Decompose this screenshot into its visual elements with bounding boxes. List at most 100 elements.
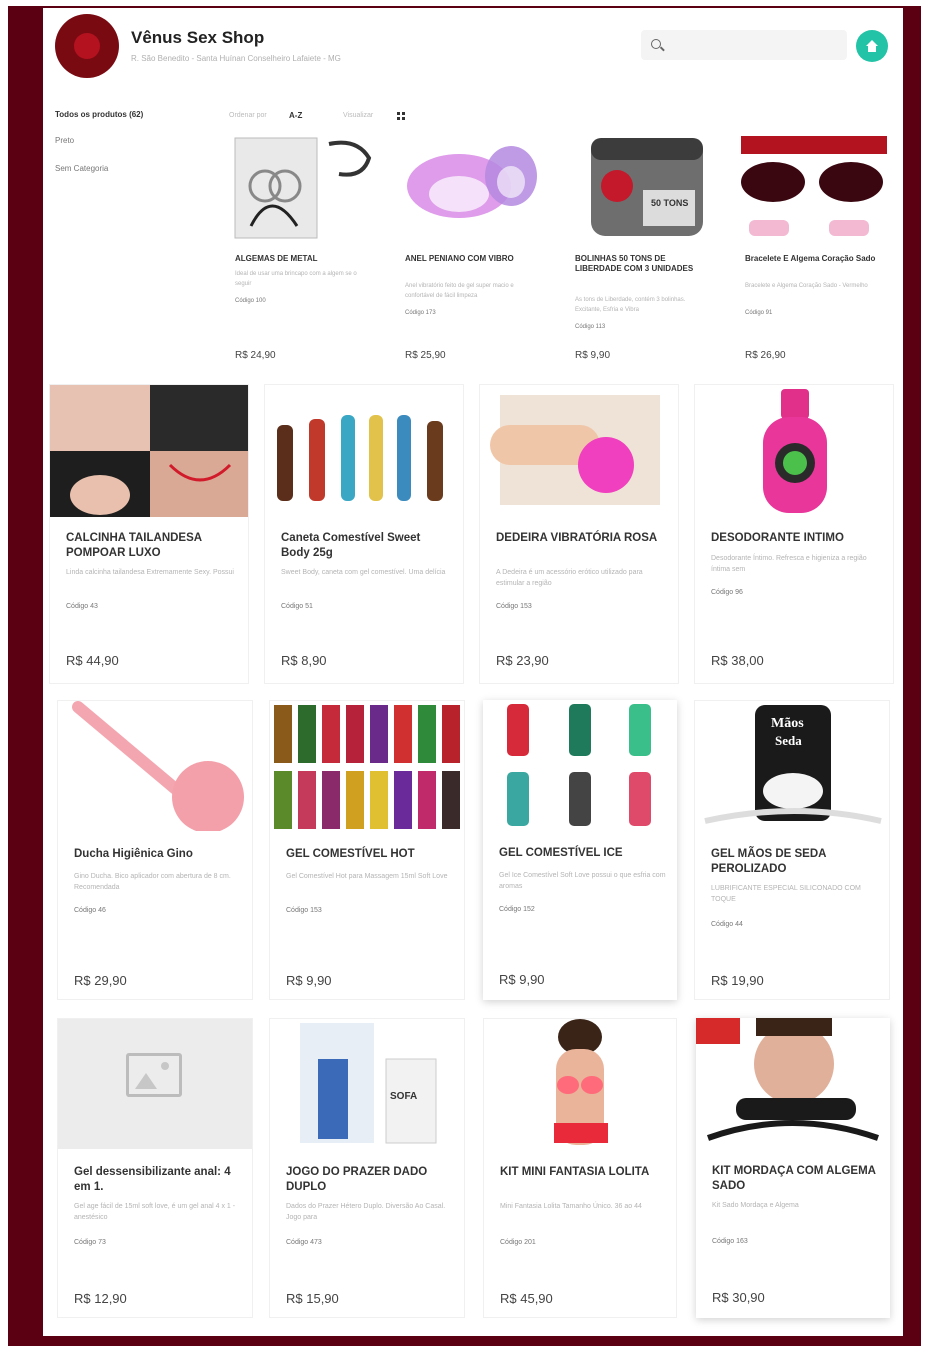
svg-text:Seda: Seda: [775, 733, 802, 748]
product-name[interactable]: DESODORANTE INTIMO: [711, 531, 881, 546]
product-card[interactable]: ALGEMAS DE METAL Ideal de usar uma brinc…: [229, 136, 379, 368]
product-card[interactable]: CALCINHA TAILANDESA POMPOAR LUXO Linda c…: [49, 384, 249, 684]
image-placeholder-icon: [126, 1053, 182, 1097]
product-code: Código 153: [286, 907, 322, 914]
product-name[interactable]: ALGEMAS DE METAL: [235, 254, 373, 264]
product-card[interactable]: Caneta Comestível Sweet Body 25g Sweet B…: [264, 384, 464, 684]
product-code: Código 163: [712, 1238, 748, 1245]
home-button[interactable]: [856, 30, 888, 62]
product-image: [270, 701, 464, 831]
product-card[interactable]: ANEL PENIANO COM VIBRO Anel vibratório f…: [399, 136, 549, 368]
product-card[interactable]: Gel dessensibilizante anal: 4 em 1. Gel …: [57, 1018, 253, 1318]
product-image: [265, 385, 463, 517]
product-price: R$ 12,90: [74, 1291, 127, 1306]
product-image: 50 TONS: [569, 136, 719, 244]
product-price: R$ 44,90: [66, 653, 119, 668]
product-price: R$ 38,00: [711, 653, 764, 668]
product-card[interactable]: 50 TONS BOLINHAS 50 TONS DE LIBERDADE CO…: [569, 136, 719, 368]
shop-page: Vênus Sex Shop R. São Benedito - Santa H…: [43, 8, 903, 1336]
product-name[interactable]: CALCINHA TAILANDESA POMPOAR LUXO: [66, 531, 236, 561]
product-name[interactable]: DEDEIRA VIBRATÓRIA ROSA: [496, 531, 666, 546]
product-price: R$ 15,90: [286, 1291, 339, 1306]
product-image: [695, 385, 893, 517]
search-input[interactable]: [669, 34, 839, 56]
product-description: Gel age fácil de 15ml soft love, é um ge…: [74, 1203, 236, 1222]
product-card[interactable]: DESODORANTE INTIMO Desodorante Íntimo. R…: [694, 384, 894, 684]
product-code: Código 44: [711, 921, 743, 928]
product-description: Ideal de usar uma brincapo com a algem s…: [235, 271, 357, 287]
product-price: R$ 23,90: [496, 653, 549, 668]
product-code: Código 73: [74, 1239, 106, 1246]
product-card[interactable]: KIT MORDAÇA COM ALGEMA SADO Kit Sado Mor…: [696, 1018, 890, 1318]
product-name[interactable]: Caneta Comestível Sweet Body 25g: [281, 531, 451, 561]
search-box[interactable]: [641, 30, 847, 60]
product-card[interactable]: Ducha Higiênica Gino Gino Ducha. Bico ap…: [57, 700, 253, 1000]
product-description: Sweet Body, caneta com gel comestível. U…: [281, 569, 446, 576]
product-card[interactable]: GEL COMESTÍVEL HOT Gel Comestível Hot pa…: [269, 700, 465, 1000]
grid-view-icon[interactable]: [397, 112, 405, 120]
product-description: Anel vibratório feito de gel super macio…: [405, 283, 514, 299]
sort-label: Ordenar por: [229, 112, 267, 119]
product-image: Mãos Seda: [695, 701, 889, 831]
product-price: R$ 9,90: [575, 350, 611, 361]
product-price: R$ 9,90: [286, 973, 332, 988]
product-card[interactable]: SOFA JOGO DO PRAZER DADO DUPLO Dados do …: [269, 1018, 465, 1318]
product-name[interactable]: GEL COMESTÍVEL HOT: [286, 847, 456, 862]
product-name[interactable]: JOGO DO PRAZER DADO DUPLO: [286, 1165, 456, 1195]
product-description: Gel Ice Comestível Soft Love possui o qu…: [499, 872, 666, 891]
product-image: [229, 136, 379, 244]
product-price: R$ 19,90: [711, 973, 764, 988]
product-code: Código 51: [281, 603, 313, 610]
svg-text:Mãos: Mãos: [771, 716, 804, 731]
category-preto[interactable]: Preto: [55, 136, 74, 145]
product-name[interactable]: KIT MORDAÇA COM ALGEMA SADO: [712, 1164, 882, 1194]
view-label: Visualizar: [343, 112, 374, 119]
product-card[interactable]: Mãos Seda GEL MÃOS DE SEDA PEROLIZADO LU…: [694, 700, 890, 1000]
shop-address: R. São Benedito - Santa Huínan Conselhei…: [131, 54, 341, 63]
product-card[interactable]: DEDEIRA VIBRATÓRIA ROSA A Dedeira é um a…: [479, 384, 679, 684]
product-name[interactable]: ANEL PENIANO COM VIBRO: [405, 254, 543, 264]
product-price: R$ 29,90: [74, 973, 127, 988]
product-name[interactable]: Bracelete E Algema Coração Sado: [745, 254, 883, 264]
sort-select[interactable]: A-Z: [289, 111, 302, 120]
product-name[interactable]: BOLINHAS 50 TONS DE LIBERDADE COM 3 UNID…: [575, 254, 713, 275]
product-price: R$ 25,90: [405, 350, 446, 361]
product-description: A Dedeira é um acessório erótico utiliza…: [496, 569, 643, 588]
product-price: R$ 8,90: [281, 653, 327, 668]
product-description: Linda calcinha tailandesa Extremamente S…: [66, 569, 234, 576]
product-description: Desodorante Íntimo. Refresca e higieniza…: [711, 555, 867, 574]
product-name[interactable]: KIT MINI FANTASIA LOLITA: [500, 1165, 670, 1180]
product-description: Mini Fantasia Lolita Tamanho Único. 36 a…: [500, 1203, 642, 1210]
category-all-products[interactable]: Todos os produtos (62): [55, 110, 143, 119]
product-name[interactable]: Ducha Higiênica Gino: [74, 847, 244, 862]
product-name[interactable]: GEL MÃOS DE SEDA PEROLIZADO: [711, 847, 881, 877]
product-code: Código 46: [74, 907, 106, 914]
product-description: Gel Comestível Hot para Massagem 15ml So…: [286, 873, 448, 880]
svg-text:50 TONS: 50 TONS: [651, 198, 688, 208]
shop-logo[interactable]: [55, 14, 119, 78]
home-icon: [866, 40, 878, 52]
product-price: R$ 24,90: [235, 350, 276, 361]
product-image: [483, 700, 677, 830]
product-card[interactable]: GEL COMESTÍVEL ICE Gel Ice Comestível So…: [483, 700, 677, 1000]
product-card[interactable]: KIT MINI FANTASIA LOLITA Mini Fantasia L…: [483, 1018, 677, 1318]
product-name[interactable]: Gel dessensibilizante anal: 4 em 1.: [74, 1165, 244, 1195]
product-code: Código 100: [235, 298, 266, 304]
product-description: Gino Ducha. Bico aplicador com abertura …: [74, 873, 231, 892]
product-description: LUBRIFICANTE ESPECIAL SILICONADO COM TOQ…: [711, 885, 861, 904]
product-price: R$ 9,90: [499, 972, 545, 987]
product-image: [58, 1019, 252, 1149]
category-sem-categoria[interactable]: Sem Categoria: [55, 164, 108, 173]
product-description: Kit Sado Mordaça e Algema: [712, 1202, 799, 1209]
product-card[interactable]: Bracelete E Algema Coração Sado Bracelet…: [739, 136, 889, 368]
product-image: [480, 385, 678, 517]
product-image: SOFA: [270, 1019, 464, 1149]
product-code: Código 153: [496, 603, 532, 610]
product-description: As tons de Liberdade, contém 3 bolinhas.…: [575, 297, 686, 313]
product-price: R$ 45,90: [500, 1291, 553, 1306]
product-image: [50, 385, 248, 517]
product-image: [696, 1018, 890, 1148]
product-price: R$ 26,90: [745, 350, 786, 361]
product-name[interactable]: GEL COMESTÍVEL ICE: [499, 846, 669, 861]
product-code: Código 91: [745, 310, 773, 316]
